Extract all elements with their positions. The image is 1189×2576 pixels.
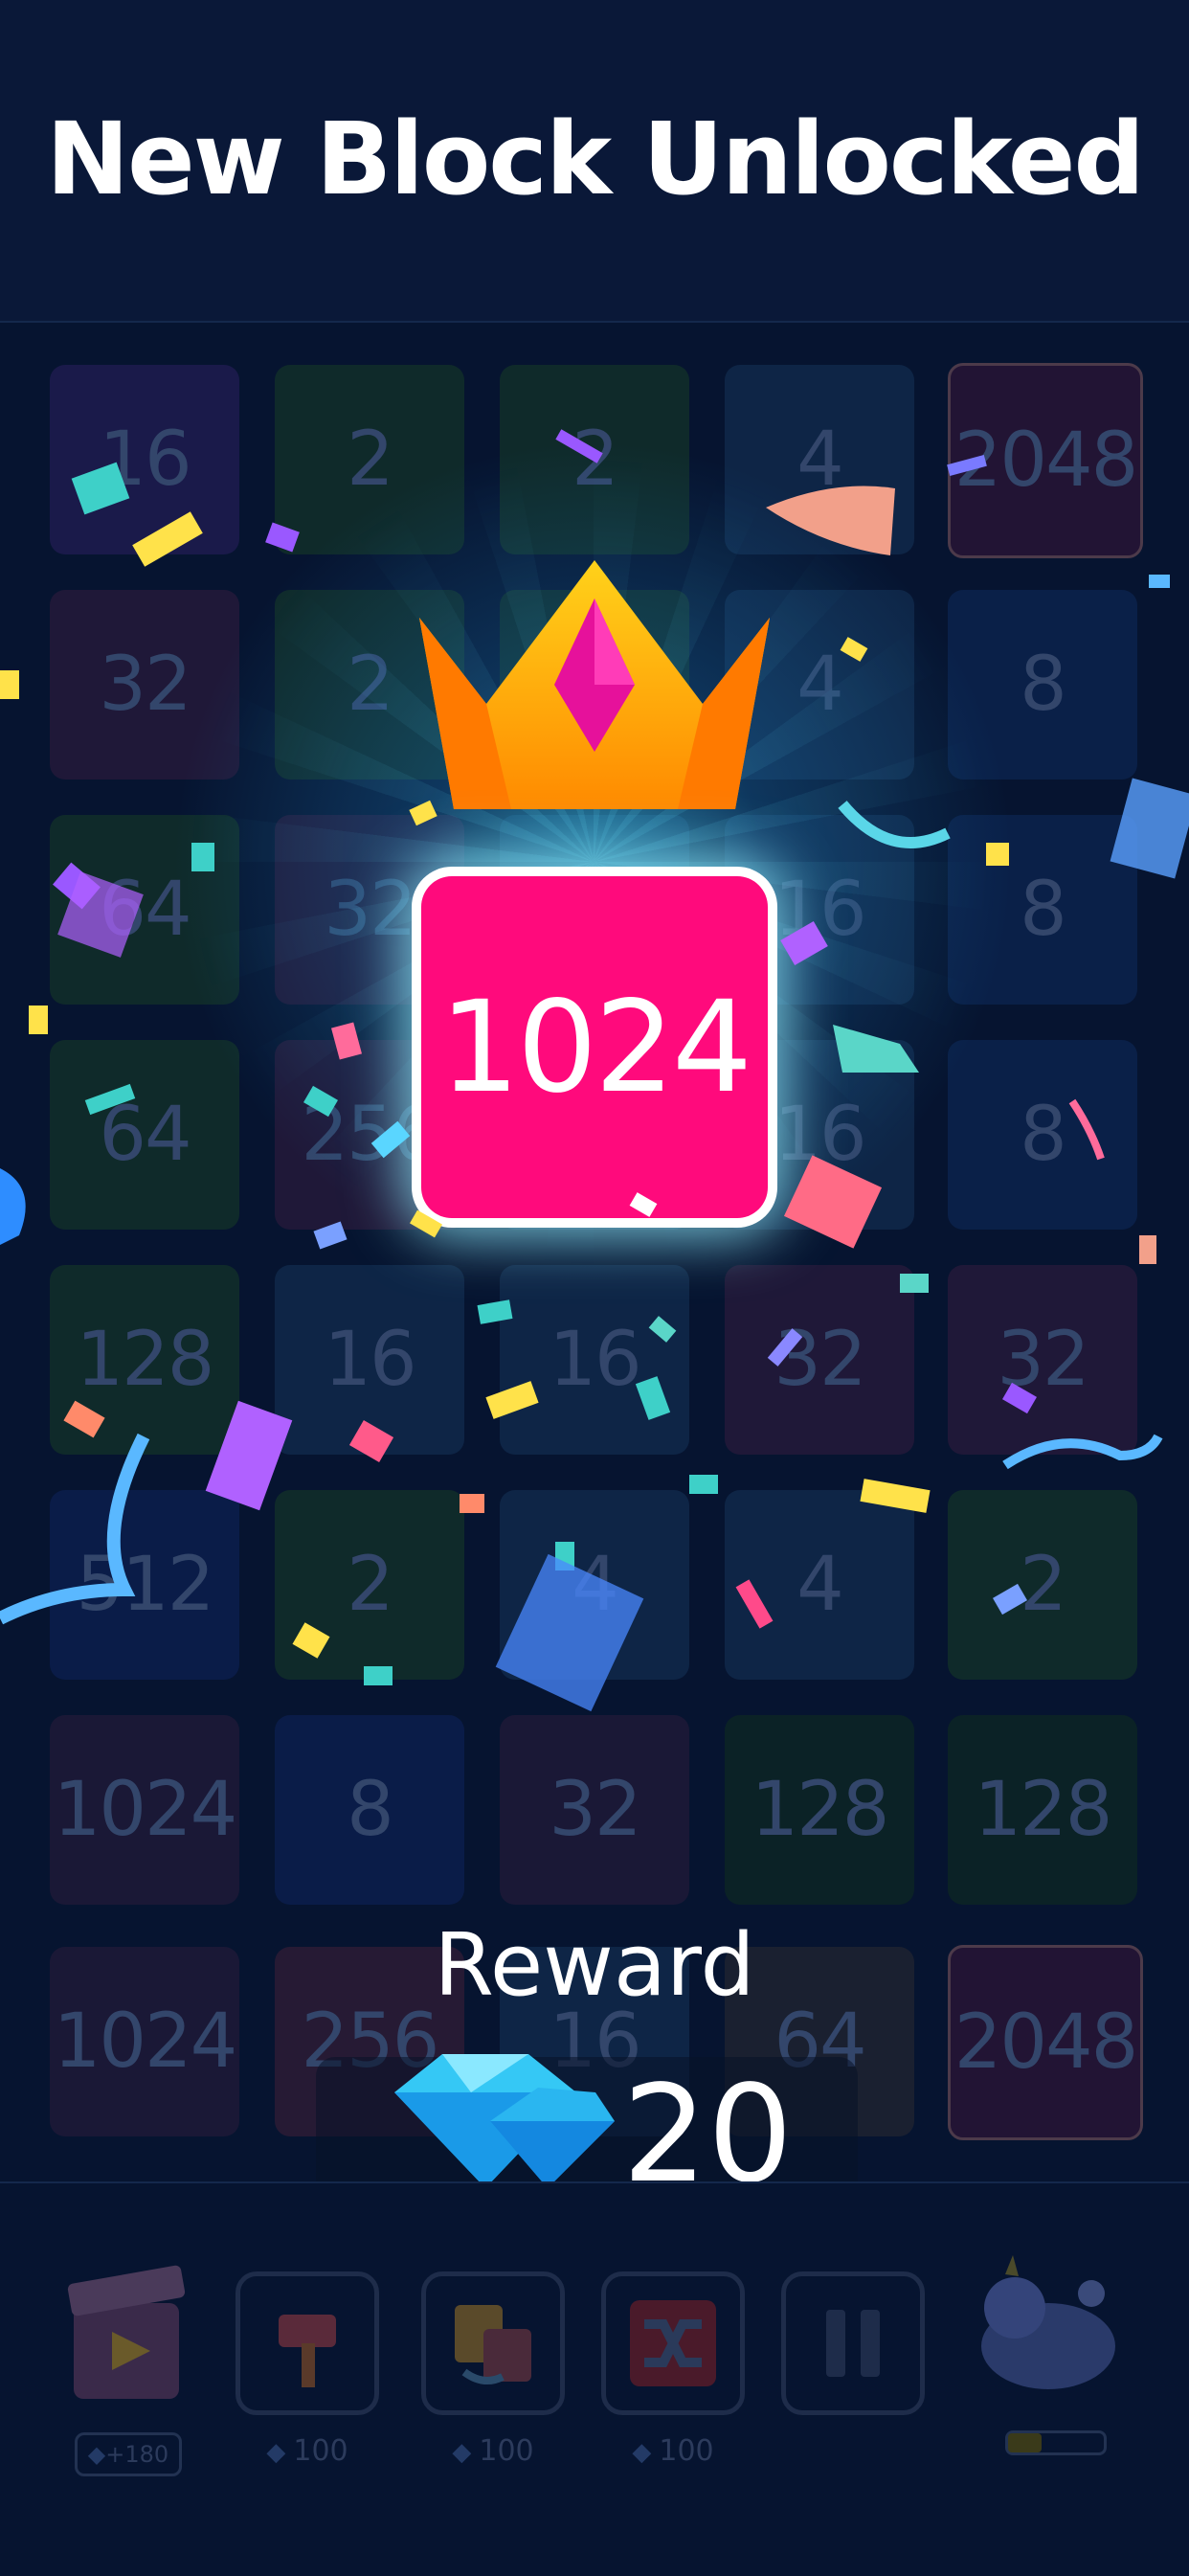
board-tile-2048: 2048 <box>948 363 1143 558</box>
reward-label: Reward <box>434 1915 755 2016</box>
board-tile: 32 <box>948 1265 1137 1455</box>
board-tile: 16 <box>50 365 239 554</box>
hammer-cost: ◆ 100 <box>266 2434 348 2468</box>
shuffle-button[interactable] <box>601 2271 745 2415</box>
shuffle-cost: ◆ 100 <box>632 2434 714 2468</box>
hammer-icon <box>279 2315 336 2387</box>
board-tile: 128 <box>50 1265 239 1455</box>
video-ad-button[interactable] <box>59 2255 193 2418</box>
board-tile: 8 <box>275 1715 464 1905</box>
swap-icon <box>455 2305 531 2384</box>
pause-icon <box>826 2310 880 2377</box>
unlocked-block-tile: 1024 <box>421 876 768 1218</box>
unicorn-icon <box>981 2255 1115 2389</box>
crown-icon <box>419 560 770 809</box>
page-title: New Block Unlocked <box>46 101 1145 217</box>
pause-button[interactable] <box>781 2271 925 2415</box>
board-tile: 512 <box>50 1490 239 1680</box>
board-tile: 2 <box>275 1490 464 1680</box>
swap-button[interactable] <box>421 2271 565 2415</box>
mascot-progress-bar <box>1005 2430 1107 2455</box>
diamond-icon <box>394 2054 615 2188</box>
clapperboard-icon <box>67 2265 186 2399</box>
shuffle-icon <box>630 2300 716 2386</box>
board-tile: 4 <box>500 1490 689 1680</box>
swap-cost: ◆ 100 <box>452 2434 534 2468</box>
board-tile: 1024 <box>50 1715 239 1905</box>
board-tile: 128 <box>725 1715 914 1905</box>
video-ad-badge: ◆+180 <box>75 2432 182 2476</box>
mascot-progress-fill <box>1008 2433 1042 2452</box>
header: New Block Unlocked <box>0 0 1189 323</box>
mascot-button[interactable] <box>957 2255 1139 2399</box>
board-tile: 2 <box>948 1490 1137 1680</box>
hammer-button[interactable] <box>236 2271 379 2415</box>
board-tile: 128 <box>948 1715 1137 1905</box>
board-tile: 32 <box>500 1715 689 1905</box>
board-tile: 4 <box>725 1490 914 1680</box>
